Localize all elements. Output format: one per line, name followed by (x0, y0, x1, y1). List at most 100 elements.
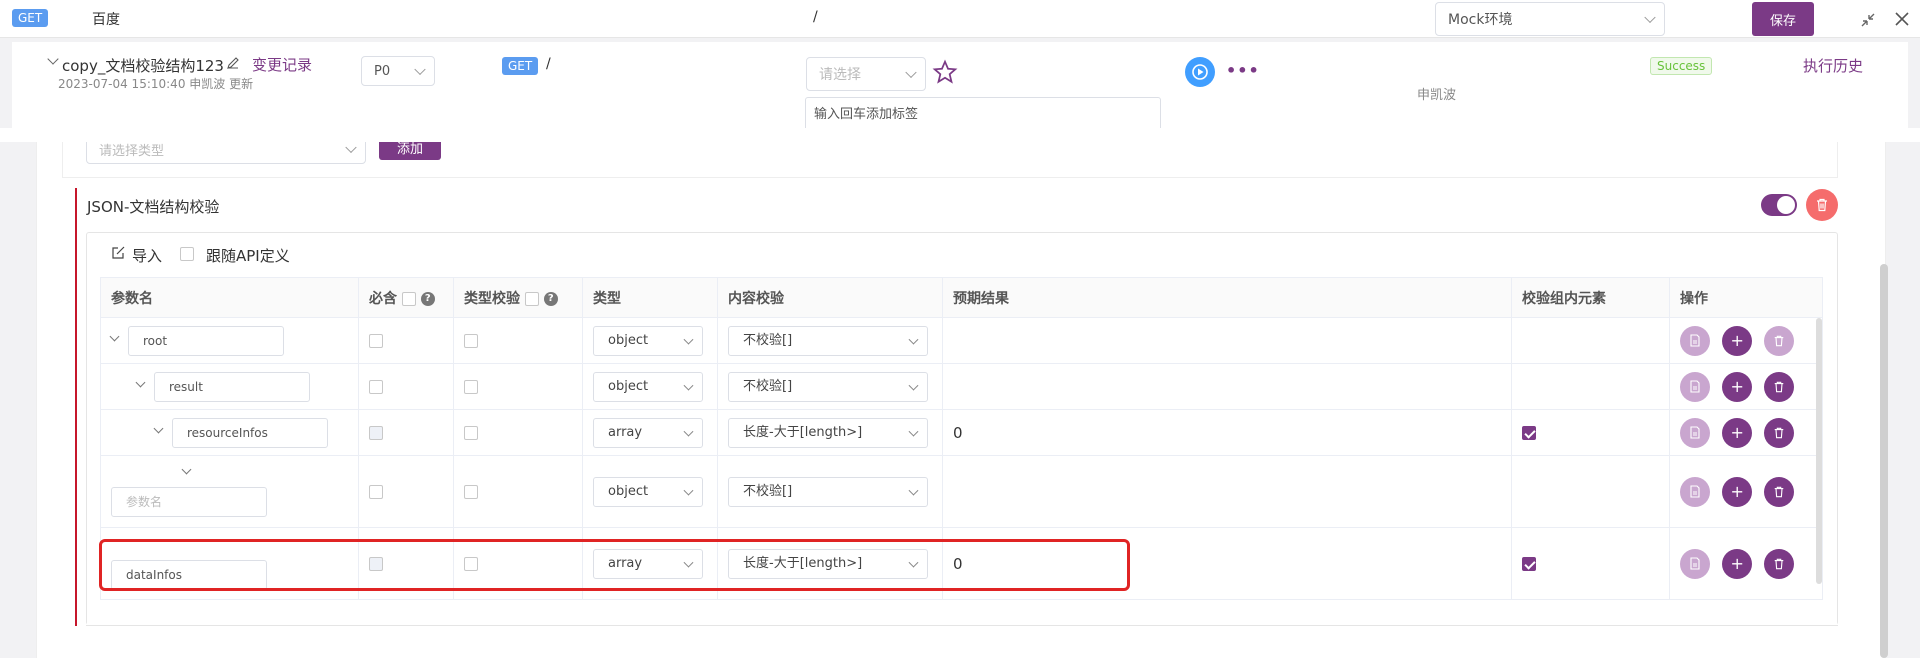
status-select[interactable]: 请选择 (806, 57, 926, 91)
save-button[interactable]: 保存 (1752, 2, 1814, 36)
delete-row-button[interactable] (1764, 548, 1795, 579)
param-name-input[interactable]: dataInfos (111, 559, 267, 590)
environment-select[interactable]: Mock环境 (1435, 2, 1665, 36)
type-check-checkbox[interactable] (464, 484, 478, 499)
type-check-checkbox[interactable] (464, 333, 478, 348)
collapse-icon[interactable] (1860, 12, 1876, 28)
type-check-all-checkbox[interactable] (524, 291, 539, 306)
priority-value: P0 (374, 63, 391, 79)
type-check-checkbox[interactable] (464, 379, 478, 394)
doc-button[interactable] (1680, 325, 1710, 356)
close-icon[interactable] (1893, 10, 1911, 28)
chevron-down-icon[interactable] (153, 423, 164, 434)
chevron-down-icon (683, 485, 694, 496)
add-row-button[interactable]: + (1722, 476, 1753, 507)
help-icon[interactable]: ? (543, 291, 558, 306)
doc-button[interactable] (1680, 417, 1710, 448)
follow-api-checkbox[interactable] (180, 247, 194, 261)
type-select[interactable]: object (593, 476, 703, 507)
expected-result[interactable] (942, 317, 1512, 364)
chevron-down-icon (1644, 11, 1656, 24)
doc-button[interactable] (1680, 548, 1710, 579)
table-row: 参数名 object 不校验[] + (100, 455, 1823, 528)
doc-button[interactable] (1680, 476, 1710, 507)
param-name-input[interactable]: 参数名 (111, 487, 267, 517)
history-link[interactable]: 执行历史 (1803, 55, 1863, 76)
expected-result[interactable] (942, 363, 1512, 410)
required-checkbox (369, 556, 383, 571)
param-name-input[interactable]: resourceInfos (172, 417, 328, 448)
add-row-button[interactable]: + (1722, 548, 1753, 579)
run-icon[interactable] (1184, 56, 1216, 88)
chevron-down-icon (414, 63, 426, 76)
expected-result[interactable]: 0 (942, 527, 1512, 600)
column-header: 预期结果 (942, 277, 1512, 318)
content-check-value: 不校验[] (743, 483, 793, 499)
help-icon[interactable]: ? (420, 291, 435, 306)
enable-toggle[interactable] (1761, 194, 1797, 216)
trash-icon (1774, 558, 1784, 569)
group-element-checkbox[interactable] (1522, 556, 1536, 571)
expected-result[interactable] (942, 455, 1512, 528)
content-check-select[interactable]: 长度-大于[length>] (728, 417, 928, 448)
required-checkbox[interactable] (369, 379, 383, 394)
star-icon[interactable] (931, 59, 959, 85)
type-select[interactable]: object (593, 371, 703, 402)
trash-icon (1774, 427, 1784, 438)
content-check-select[interactable]: 不校验[] (728, 325, 928, 356)
doc-button[interactable] (1680, 371, 1710, 402)
chevron-down-icon[interactable] (181, 464, 192, 475)
column-header: 内容校验 (717, 277, 943, 318)
chevron-down-icon[interactable] (109, 331, 120, 342)
content-check-select[interactable]: 不校验[] (728, 476, 928, 507)
update-meta: 2023-07-04 15:10:40 申凯波 更新 (58, 77, 254, 91)
table-scrollbar[interactable] (1816, 318, 1822, 584)
type-select[interactable]: array (593, 548, 703, 579)
chevron-down-icon (345, 141, 357, 154)
type-check-checkbox[interactable] (464, 556, 478, 571)
required-checkbox[interactable] (369, 333, 383, 348)
more-icon[interactable]: ••• (1226, 61, 1260, 80)
priority-select[interactable]: P0 (361, 56, 435, 86)
document-icon (1690, 380, 1700, 393)
type-select[interactable]: array (593, 417, 703, 448)
content-check-select[interactable]: 不校验[] (728, 371, 928, 402)
add-row-button[interactable]: + (1722, 371, 1753, 402)
column-header-required: 必含 ? (358, 277, 454, 318)
import-icon[interactable] (111, 245, 126, 260)
trash-icon (1817, 198, 1827, 212)
tag-input[interactable]: 输入回车添加标签 (805, 97, 1161, 132)
required-checkbox[interactable] (369, 484, 383, 499)
edit-icon[interactable] (226, 56, 240, 70)
delete-row-button[interactable] (1764, 476, 1795, 507)
content-check-select[interactable]: 长度-大于[length>] (728, 548, 928, 579)
expected-result[interactable]: 0 (942, 409, 1512, 456)
environment-value: Mock环境 (1448, 12, 1513, 28)
table-row: result object 不校验[] + (100, 363, 1823, 410)
add-row-button[interactable]: + (1722, 325, 1753, 356)
delete-row-button[interactable] (1764, 371, 1795, 402)
user-name: 申凯波 (1417, 88, 1457, 103)
chevron-down-icon[interactable] (135, 377, 146, 388)
document-icon (1690, 557, 1700, 570)
group-element-checkbox[interactable] (1522, 425, 1536, 440)
chevron-down-icon (683, 426, 694, 437)
chevron-down-icon (683, 380, 694, 391)
required-all-checkbox[interactable] (401, 291, 416, 306)
page-scrollbar[interactable] (1880, 264, 1888, 658)
type-value: object (608, 483, 649, 499)
delete-row-button[interactable] (1764, 325, 1795, 356)
type-check-checkbox[interactable] (464, 425, 478, 440)
type-value: array (608, 555, 643, 571)
type-select-placeholder: 请选择类型 (99, 143, 165, 159)
param-name-input[interactable]: result (154, 371, 310, 402)
delete-row-button[interactable] (1764, 417, 1795, 448)
import-button[interactable]: 导入 (132, 245, 162, 266)
delete-section-button[interactable] (1806, 189, 1838, 221)
chevron-down-icon (908, 426, 919, 437)
param-name-input[interactable]: root (128, 325, 284, 356)
plus-icon: + (1730, 331, 1744, 350)
type-select[interactable]: object (593, 325, 703, 356)
add-row-button[interactable]: + (1722, 417, 1753, 448)
change-log-link[interactable]: 变更记录 (252, 54, 312, 75)
